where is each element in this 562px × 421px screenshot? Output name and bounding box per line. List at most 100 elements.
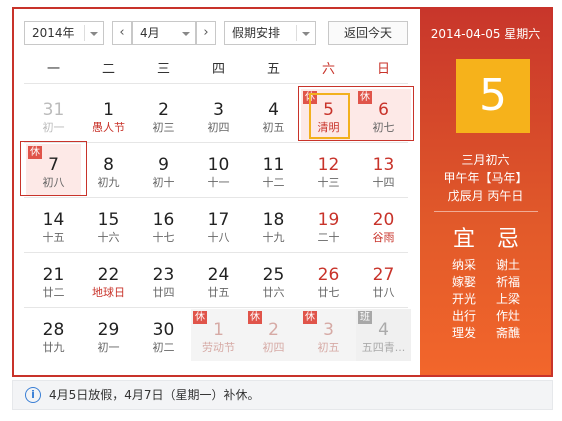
prev-month-button[interactable]: ‹	[112, 21, 132, 45]
lunar-label: 十四	[372, 176, 395, 189]
day-cell[interactable]: 3 初四	[191, 89, 246, 141]
day-cell[interactable]: 20 谷雨	[356, 199, 411, 251]
row-divider	[24, 252, 408, 253]
ji-title: 忌	[496, 227, 519, 252]
panel-divider	[434, 211, 538, 212]
ji-item: 谢土	[495, 258, 520, 272]
day-cell[interactable]: 8 初九	[81, 144, 136, 196]
lunar-label: 初五	[317, 341, 340, 354]
day-cell[interactable]: 12 十三	[301, 144, 356, 196]
lunar-label: 廿七	[317, 286, 340, 299]
holiday-select[interactable]: 假期安排	[224, 21, 316, 45]
day-number: 2	[158, 100, 169, 120]
row-divider	[24, 197, 408, 198]
day-cell[interactable]: 17 十八	[191, 199, 246, 251]
lunar-label: 初十	[152, 176, 175, 189]
yi-title: 宜	[452, 227, 475, 252]
today-button[interactable]: 返回今天	[328, 21, 408, 45]
yi-item: 理发	[451, 326, 476, 340]
day-cell[interactable]: 24 廿五	[191, 254, 246, 306]
lunar-label: 初一	[42, 121, 65, 134]
lunar-label: 五四青...	[361, 341, 406, 354]
day-cell[interactable]: 22 地球日	[81, 254, 136, 306]
day-number: 20	[372, 210, 395, 230]
day-number: 8	[103, 155, 114, 175]
day-cell[interactable]: 29 初一	[81, 309, 136, 361]
month-select[interactable]: 4月	[132, 21, 196, 45]
lunar-label: 十八	[207, 231, 230, 244]
weekday-label: 二	[101, 62, 115, 77]
day-cell[interactable]: 休 3 初五	[301, 309, 356, 361]
day-cell[interactable]: 23 廿四	[136, 254, 191, 306]
ji-item: 斋醮	[495, 326, 520, 340]
day-number: 22	[97, 265, 120, 285]
workday-badge: 班	[358, 311, 372, 324]
select-divider	[84, 25, 85, 41]
header-divider	[24, 83, 408, 84]
day-cell[interactable]: 4 初五	[246, 89, 301, 141]
lunar-label: 愚人节	[92, 121, 125, 134]
day-cell[interactable]: 13 十四	[356, 144, 411, 196]
day-number: 26	[317, 265, 340, 285]
day-cell[interactable]: 1 愚人节	[81, 89, 136, 141]
next-month-button[interactable]: ›	[196, 21, 216, 45]
day-number: 21	[42, 265, 65, 285]
lunar-label: 初三	[152, 121, 175, 134]
day-cell[interactable]: 15 十六	[81, 199, 136, 251]
day-cell[interactable]: 16 十七	[136, 199, 191, 251]
day-cell[interactable]: 27 廿八	[356, 254, 411, 306]
chevron-right-icon: ›	[203, 25, 209, 40]
day-cell[interactable]: 21 廿二	[26, 254, 81, 306]
day-number: 15	[97, 210, 120, 230]
day-cell[interactable]: 18 十九	[246, 199, 301, 251]
lunar-label: 十九	[262, 231, 285, 244]
weekday-label: 日	[376, 62, 390, 77]
ji-item: 上梁	[495, 292, 520, 306]
holiday-range-outline	[298, 86, 414, 141]
day-number: 9	[158, 155, 169, 175]
day-cell[interactable]: 10 十一	[191, 144, 246, 196]
calendar-widget: 2014年 ‹ 4月 › 假期安排 返回今天 一二三四五六日 31 初一 1 愚人节 2…	[12, 7, 553, 377]
day-cell[interactable]: 25 廿六	[246, 254, 301, 306]
month-select-value: 4月	[140, 26, 160, 40]
day-cell[interactable]: 9 初十	[136, 144, 191, 196]
day-cell[interactable]: 休 2 初四	[246, 309, 301, 361]
info-icon: i	[25, 387, 41, 403]
weekday-label: 五	[266, 62, 280, 77]
day-number: 13	[372, 155, 395, 175]
day-cell[interactable]: 14 十五	[26, 199, 81, 251]
lunar-label: 廿五	[207, 286, 230, 299]
day-number: 30	[152, 320, 175, 340]
year-select[interactable]: 2014年	[24, 21, 104, 45]
lunar-label: 地球日	[92, 286, 125, 299]
ganzhi-year: 甲午年【马年】	[443, 171, 528, 185]
ji-item: 作灶	[495, 309, 520, 323]
lunar-label: 廿四	[152, 286, 175, 299]
big-day-number: 5	[456, 59, 530, 133]
lunar-label: 二十	[317, 231, 340, 244]
ji-item: 祈福	[495, 275, 520, 289]
lunar-label: 廿六	[262, 286, 285, 299]
day-cell[interactable]: 31 初一	[26, 89, 81, 141]
day-cell[interactable]: 30 初二	[136, 309, 191, 361]
lunar-label: 十七	[152, 231, 175, 244]
day-cell[interactable]: 班 4 五四青...	[356, 309, 411, 361]
day-number: 4	[268, 100, 279, 120]
row-divider	[24, 307, 408, 308]
holiday-badge: 休	[193, 311, 207, 324]
lunar-label: 谷雨	[372, 231, 395, 244]
day-cell[interactable]: 11 十二	[246, 144, 301, 196]
day-number: 31	[42, 100, 65, 120]
day-cell[interactable]: 28 廿九	[26, 309, 81, 361]
day-number: 23	[152, 265, 175, 285]
notice-text: 4月5日放假，4月7日（星期一）补休。	[49, 388, 260, 402]
selected-date: 2014-04-05 星期六	[430, 27, 541, 41]
day-cell[interactable]: 19 二十	[301, 199, 356, 251]
chevron-down-icon	[302, 32, 310, 36]
lunar-label: 初一	[97, 341, 120, 354]
day-cell[interactable]: 26 廿七	[301, 254, 356, 306]
chevron-down-icon	[182, 32, 190, 36]
day-cell[interactable]: 2 初三	[136, 89, 191, 141]
yi-item: 开光	[451, 292, 476, 306]
day-cell[interactable]: 休 1 劳动节	[191, 309, 246, 361]
